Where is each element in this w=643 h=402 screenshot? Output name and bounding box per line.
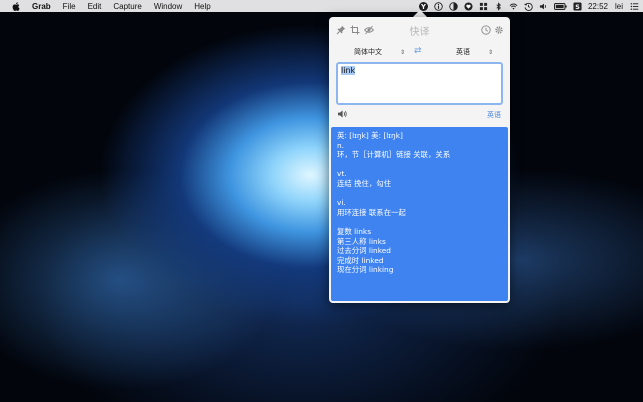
list-icon[interactable] xyxy=(630,2,639,11)
source-language-select[interactable]: 简体中文 ⇕ xyxy=(354,46,405,58)
target-language-label: 英语 xyxy=(456,48,470,56)
bluetooth-icon[interactable] xyxy=(494,1,503,11)
translate-popover: 快译 简体中文 ⇕ ⇄ 英语 ⇕ link 英语 英: [lɪŋk] 美: [l… xyxy=(329,17,510,303)
result-line xyxy=(337,217,502,227)
gear-icon[interactable] xyxy=(494,25,504,35)
status-area: Y S 22:52 lei xyxy=(418,0,643,12)
heart-icon[interactable] xyxy=(464,1,473,11)
result-line: 过去分词 linked xyxy=(337,246,391,256)
input-footer: 英语 xyxy=(329,107,510,123)
popover-header: 快译 xyxy=(329,17,510,43)
chevron-updown-icon: ⇕ xyxy=(488,48,494,56)
menu-window[interactable]: Window xyxy=(154,2,182,11)
source-language-label: 简体中文 xyxy=(354,48,382,56)
result-line: 完成时 linked xyxy=(337,255,384,265)
svg-text:Y: Y xyxy=(420,3,426,11)
volume-icon[interactable] xyxy=(539,2,548,11)
source-text-input[interactable]: link xyxy=(336,62,503,105)
menu-edit[interactable]: Edit xyxy=(88,2,102,11)
battery-icon[interactable] xyxy=(553,2,567,11)
detected-language-link[interactable]: 英语 xyxy=(487,110,501,120)
user-name[interactable]: lei xyxy=(615,2,623,11)
clock-icon[interactable] xyxy=(481,25,491,35)
input-source-icon[interactable]: S xyxy=(573,1,582,11)
yandex-translate-icon[interactable]: Y xyxy=(418,1,428,11)
target-language-select[interactable]: 英语 ⇕ xyxy=(456,46,493,58)
menu-app-name[interactable]: Grab xyxy=(32,2,51,11)
chevron-updown-icon: ⇕ xyxy=(400,48,406,56)
speaker-icon[interactable] xyxy=(337,109,348,119)
menu-help[interactable]: Help xyxy=(194,2,210,11)
result-line: 英: [lɪŋk] 美: [lɪŋk] xyxy=(337,131,403,140)
result-line: 连结 挽住，勾住 xyxy=(337,178,392,188)
source-text-value[interactable]: link xyxy=(341,66,356,75)
time-machine-icon[interactable] xyxy=(524,2,533,11)
result-line: 现在分词 linking xyxy=(337,265,394,275)
swap-arrows-icon[interactable]: ⇄ xyxy=(414,46,422,56)
grid-icon[interactable] xyxy=(479,2,488,11)
half-circle-icon[interactable] xyxy=(449,1,458,11)
result-line: vt. xyxy=(337,169,347,179)
menu-file[interactable]: File xyxy=(63,2,76,11)
result-line xyxy=(337,189,502,199)
result-line: n. xyxy=(337,140,345,150)
menu-bar: Grab File Edit Capture Window Help Y S 2… xyxy=(0,0,643,12)
result-line: 第三人称 links xyxy=(337,236,386,246)
result-line: 复数 links xyxy=(337,226,372,236)
menu-capture[interactable]: Capture xyxy=(113,2,141,11)
result-line: 用环连接 联系在一起 xyxy=(337,207,406,217)
translation-result: 英: [lɪŋk] 美: [lɪŋk] n. 环，节［计算机］链接 关联，关系 … xyxy=(331,127,508,301)
apple-icon[interactable] xyxy=(12,1,20,11)
wifi-icon[interactable] xyxy=(509,2,518,11)
svg-text:S: S xyxy=(575,3,580,10)
result-line xyxy=(337,160,502,170)
info-icon[interactable] xyxy=(434,1,443,11)
result-line: 环，节［计算机］链接 关联，关系 xyxy=(337,150,451,160)
clock[interactable]: 22:52 xyxy=(588,2,608,11)
language-row: 简体中文 ⇕ ⇄ 英语 ⇕ xyxy=(329,43,510,59)
result-line: vi. xyxy=(337,198,346,208)
